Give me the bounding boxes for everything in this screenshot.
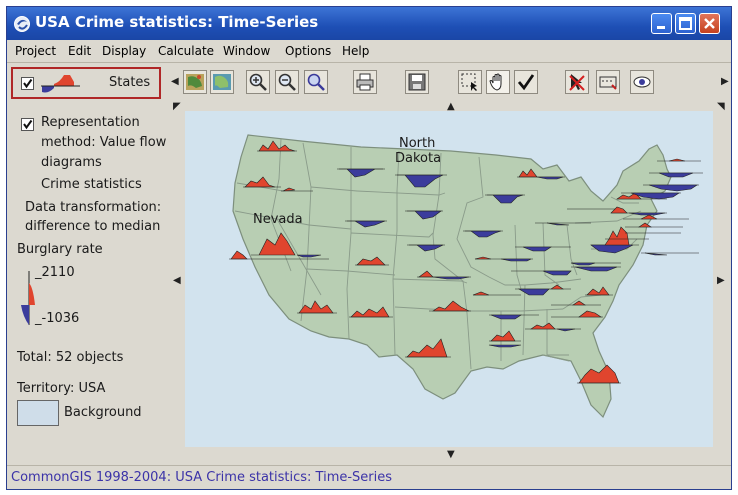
menu-edit[interactable]: Edit — [68, 44, 91, 58]
map-layers-button[interactable] — [210, 70, 234, 94]
zoom-out-button[interactable] — [275, 70, 299, 94]
menu-project[interactable]: Project — [15, 44, 56, 58]
pan-button[interactable] — [486, 70, 510, 94]
select-button[interactable] — [458, 70, 482, 94]
print-button[interactable] — [353, 70, 377, 94]
status-text: CommonGIS 1998-2004: USA Crime statistic… — [11, 470, 393, 485]
title-bar[interactable]: USA Crime statistics: Time-Series — [7, 7, 731, 40]
label-north-dakota-line-2: Dakota — [395, 151, 441, 166]
transformation-line-1: Data transformation: — [25, 200, 162, 215]
map-icon — [186, 74, 204, 90]
check-icon — [517, 74, 535, 91]
measure-button[interactable] — [596, 70, 620, 94]
scale-max-label: _2110 — [35, 265, 75, 280]
territory-label: Territory: USA — [17, 381, 106, 396]
label-nevada: Nevada — [253, 212, 303, 227]
checkmark-icon — [23, 78, 33, 89]
background-label: Background — [64, 405, 142, 420]
close-icon — [704, 18, 715, 29]
confirm-button[interactable] — [514, 70, 538, 94]
map-layers-icon — [213, 74, 231, 90]
zoom-in-icon — [249, 73, 267, 91]
cancel-selection-button[interactable] — [565, 70, 589, 94]
representation-line-3: diagrams — [41, 155, 102, 170]
zoom-fit-icon — [307, 73, 325, 91]
variable-label: Burglary rate — [17, 242, 103, 257]
menu-help[interactable]: Help — [342, 44, 369, 58]
print-icon — [356, 73, 374, 91]
maximize-button[interactable] — [675, 13, 696, 34]
application-window: USA Crime statistics: Time-Series Projec… — [6, 6, 732, 490]
representation-line-1: Representation — [41, 115, 140, 130]
app-icon — [14, 16, 30, 32]
map-button[interactable] — [183, 70, 207, 94]
transformation-line-2: difference to median — [25, 219, 161, 234]
checkmark-icon — [23, 119, 33, 130]
pan-hand-icon — [489, 73, 502, 91]
eye-icon — [633, 76, 651, 88]
attribute-label: Crime statistics — [41, 177, 142, 192]
select-icon — [461, 73, 477, 91]
window-title: USA Crime statistics: Time-Series — [35, 13, 319, 31]
maximize-icon — [679, 17, 692, 30]
zoom-out-icon — [278, 73, 296, 91]
zoom-fit-button[interactable] — [304, 70, 328, 94]
usa-map: Nevada North Dakota — [229, 134, 703, 419]
layer-entry-states[interactable]: States — [11, 67, 161, 99]
background-color-swatch[interactable] — [17, 400, 59, 426]
cancel-selection-icon — [569, 74, 585, 91]
zoom-in-button[interactable] — [246, 70, 270, 94]
toolbar-scroll-left[interactable]: ◀ — [171, 76, 179, 87]
menu-bar: Project Edit Display Calculate Window Op… — [7, 40, 731, 63]
close-button[interactable] — [699, 13, 720, 34]
total-objects-label: Total: 52 objects — [17, 350, 124, 365]
toolbar: ◀ ▶ — [171, 67, 731, 97]
value-flow-symbol-icon — [41, 75, 80, 93]
representation-line-2: method: Value flow — [41, 135, 167, 150]
layer-name: States — [109, 75, 151, 90]
map-view[interactable]: ◤ ◥ ▲ ◀ ▶ ▼ Nevada North Dakota — [171, 99, 731, 463]
menu-display[interactable]: Display — [102, 44, 146, 58]
minimize-button[interactable] — [651, 13, 672, 34]
label-north-dakota-line-1: North — [399, 136, 435, 151]
status-bar: CommonGIS 1998-2004: USA Crime statistic… — [7, 465, 731, 489]
menu-window[interactable]: Window — [223, 44, 270, 58]
save-button[interactable] — [405, 70, 429, 94]
menu-options[interactable]: Options — [285, 44, 331, 58]
toolbar-scroll-right[interactable]: ▶ — [721, 76, 729, 87]
scale-min-label: _-1036 — [35, 311, 80, 326]
representation-checkbox[interactable] — [21, 118, 34, 131]
view-button[interactable] — [630, 70, 654, 94]
save-icon — [408, 73, 426, 91]
menu-calculate[interactable]: Calculate — [158, 44, 214, 58]
minimize-icon — [657, 26, 665, 29]
layer-visibility-checkbox[interactable] — [21, 77, 34, 90]
measure-icon — [599, 76, 617, 90]
